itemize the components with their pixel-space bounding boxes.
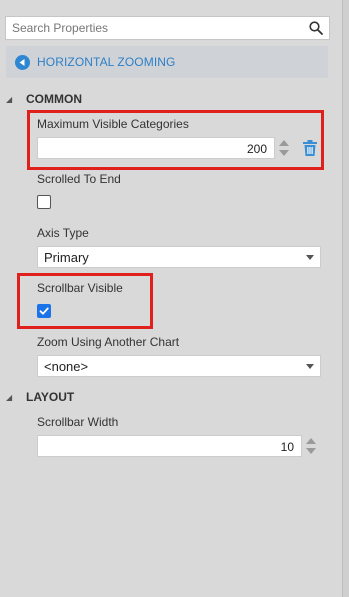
panel-edge — [342, 0, 349, 597]
axis-type-label: Axis Type — [37, 226, 89, 240]
zoom-using-another-chart-label: Zoom Using Another Chart — [37, 335, 180, 349]
scrolled-to-end-checkbox[interactable] — [37, 195, 51, 209]
scrollbar-width-label: Scrollbar Width — [37, 415, 119, 429]
scrollbar-width-stepper[interactable] — [304, 435, 318, 457]
back-arrow-icon[interactable] — [15, 55, 30, 70]
collapse-triangle-icon[interactable]: ◢ — [6, 393, 16, 402]
section-layout-label: LAYOUT — [26, 390, 75, 404]
section-common-label: COMMON — [26, 92, 82, 106]
chevron-down-icon — [306, 255, 314, 260]
page-title[interactable]: HORIZONTAL ZOOMING — [37, 55, 175, 69]
zoom-using-another-chart-select[interactable]: <none> — [37, 355, 321, 377]
breadcrumb: HORIZONTAL ZOOMING — [6, 46, 328, 78]
collapse-triangle-icon[interactable]: ◢ — [6, 95, 16, 104]
search-input[interactable] — [6, 17, 302, 39]
zoom-using-another-chart-value: <none> — [44, 359, 89, 374]
scrolled-to-end-label: Scrolled To End — [37, 172, 121, 186]
chevron-down-icon — [306, 364, 314, 369]
axis-type-select[interactable]: Primary — [37, 246, 321, 268]
axis-type-value: Primary — [44, 250, 89, 265]
scrollbar-width-input[interactable]: 10 — [37, 435, 302, 457]
section-layout-header[interactable]: ◢ LAYOUT — [6, 390, 74, 404]
search-icon[interactable] — [309, 21, 323, 35]
search-box — [5, 16, 330, 40]
highlight-box-scrollbar-visible — [17, 273, 153, 329]
properties-panel: HORIZONTAL ZOOMING ◢COMMON Maximum Visib… — [0, 0, 342, 597]
scrollbar-width-value: 10 — [280, 440, 294, 454]
highlight-box-max-categories — [27, 110, 324, 170]
stepper-up-icon[interactable] — [306, 438, 316, 444]
section-common-header[interactable]: ◢ COMMON — [6, 92, 82, 106]
stepper-down-icon[interactable] — [306, 448, 316, 454]
